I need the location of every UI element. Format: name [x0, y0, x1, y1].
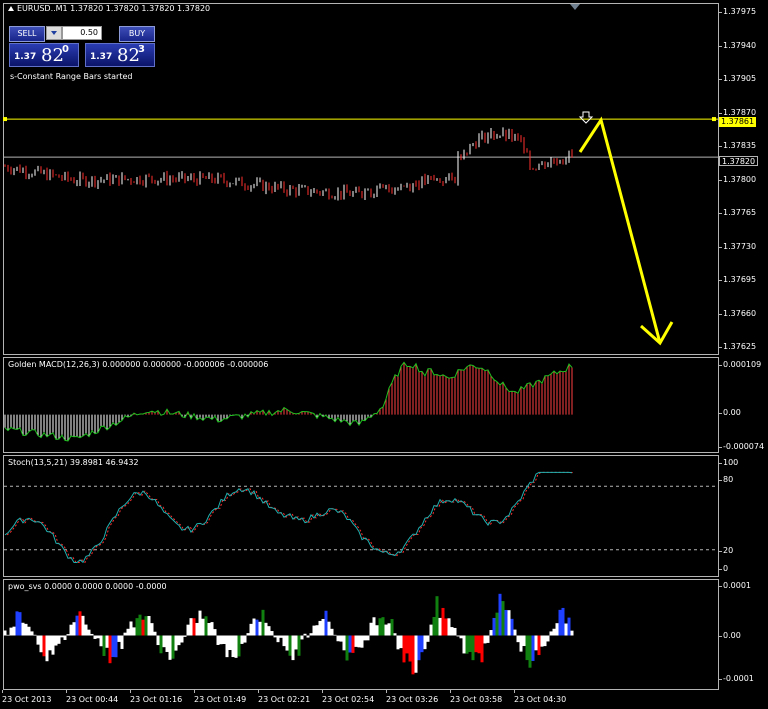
- down-arrow-icon: [578, 111, 594, 124]
- chart-drawing-layer: [3, 111, 718, 675]
- line-anchor-right: [712, 117, 716, 122]
- yellow-arrow-line: [578, 116, 662, 344]
- line-anchor-left: [3, 117, 7, 122]
- macd-signal-line: [4, 361, 573, 442]
